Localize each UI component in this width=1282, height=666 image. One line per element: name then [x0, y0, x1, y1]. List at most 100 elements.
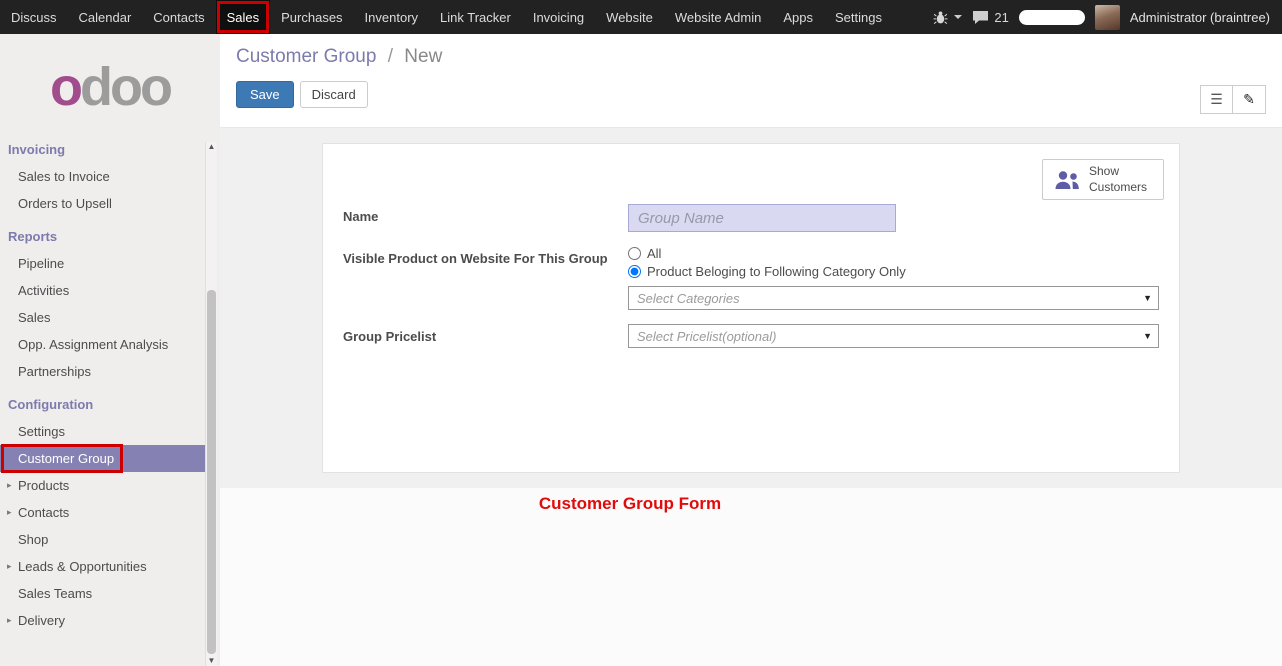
breadcrumb-separator: / [388, 46, 393, 67]
categories-select[interactable]: Select Categories ▼ [628, 286, 1159, 310]
show-customers-label: Show Customers [1089, 164, 1153, 195]
top-menu: Discuss Calendar Contacts Sales Purchase… [0, 0, 893, 34]
sidebar-item-products[interactable]: ▸ Products [0, 472, 206, 499]
sidebar-item-customer-group[interactable]: Customer Group [0, 445, 206, 472]
visible-product-label: Visible Product on Website For This Grou… [343, 246, 628, 310]
debug-icon[interactable] [933, 10, 948, 25]
customer-group-form-card: Show Customers Name Visible Product on W… [322, 143, 1180, 473]
sidebar-nav: Invoicing Sales to Invoice Orders to Ups… [0, 130, 206, 634]
sidebar-item-shop[interactable]: Shop [0, 526, 206, 553]
customers-icon [1053, 169, 1081, 191]
scroll-down-icon[interactable]: ▼ [206, 656, 217, 666]
topbar-item-discuss[interactable]: Discuss [0, 0, 68, 34]
topbar-item-purchases[interactable]: Purchases [270, 0, 353, 34]
main-area: Customer Group / New Save Discard ☰ ✎ [220, 34, 1282, 666]
control-panel: Customer Group / New Save Discard ☰ ✎ [220, 34, 1282, 128]
odoo-logo: odoo [0, 34, 220, 130]
caret-right-icon: ▸ [7, 561, 12, 572]
caret-right-icon: ▸ [7, 507, 12, 518]
topbar-item-sales[interactable]: Sales [216, 0, 271, 34]
top-navbar: Discuss Calendar Contacts Sales Purchase… [0, 0, 1282, 34]
sidebar-item-leads-opportunities-label: Leads & Opportunities [18, 559, 147, 574]
section-invoicing: Invoicing [0, 130, 206, 163]
save-button[interactable]: Save [236, 81, 294, 108]
sidebar-item-delivery-label: Delivery [18, 613, 65, 628]
user-menu[interactable]: Administrator (braintree) [1130, 10, 1270, 25]
pricelist-select-placeholder: Select Pricelist(optional) [637, 329, 776, 344]
view-switcher: ☰ ✎ [1200, 85, 1266, 114]
radio-all-input[interactable] [628, 247, 641, 260]
caret-right-icon: ▸ [7, 615, 12, 626]
topbar-item-settings[interactable]: Settings [824, 0, 893, 34]
radio-category-label: Product Beloging to Following Category O… [647, 264, 906, 279]
odoo-logo-rest: doo [80, 57, 170, 117]
radio-all-label: All [647, 246, 661, 261]
below-content-area: Customer Group Form [220, 488, 1282, 666]
sidebar-item-customer-group-label: Customer Group [18, 451, 114, 466]
sidebar-item-leads-opportunities[interactable]: ▸ Leads & Opportunities [0, 553, 206, 580]
topbar-right: 21 Administrator (braintree) [933, 0, 1282, 34]
section-reports: Reports [0, 217, 206, 250]
sidebar-item-settings[interactable]: Settings [0, 418, 206, 445]
visible-product-field: All Product Beloging to Following Catego… [628, 246, 1159, 310]
topbar-item-invoicing[interactable]: Invoicing [522, 0, 595, 34]
topbar-item-inventory[interactable]: Inventory [354, 0, 429, 34]
breadcrumb-customer-group[interactable]: Customer Group [236, 46, 376, 67]
list-icon: ☰ [1210, 91, 1223, 107]
control-buttons: Save Discard [236, 81, 1266, 108]
radio-option-all[interactable]: All [628, 246, 1159, 261]
annotation-caption: Customer Group Form [220, 488, 1040, 514]
message-count-badge: 21 [994, 10, 1008, 25]
sidebar-item-opp-assignment-analysis[interactable]: Opp. Assignment Analysis [0, 331, 206, 358]
breadcrumb-current: New [404, 46, 442, 67]
messages-icon[interactable] [972, 10, 989, 25]
topbar-item-sales-label: Sales [227, 10, 260, 25]
sidebar-scrollbar[interactable]: ▲ ▼ [205, 142, 217, 666]
sidebar-item-orders-to-upsell[interactable]: Orders to Upsell [0, 190, 206, 217]
sidebar-item-sales-teams[interactable]: Sales Teams [0, 580, 206, 607]
progress-pill-widget[interactable] [1019, 10, 1085, 25]
scrollbar-thumb[interactable] [207, 290, 216, 654]
sidebar: odoo Invoicing Sales to Invoice Orders t… [0, 34, 220, 666]
content-area: Show Customers Name Visible Product on W… [220, 128, 1282, 488]
name-field [628, 204, 1159, 232]
sidebar-item-sales-to-invoice[interactable]: Sales to Invoice [0, 163, 206, 190]
odoo-logo-first-letter: o [50, 57, 80, 117]
pricelist-field-label: Group Pricelist [343, 324, 628, 348]
sidebar-item-products-label: Products [18, 478, 69, 493]
categories-select-placeholder: Select Categories [637, 291, 740, 306]
form-view-button[interactable]: ✎ [1233, 85, 1266, 114]
radio-option-category[interactable]: Product Beloging to Following Category O… [628, 264, 1159, 279]
sidebar-item-delivery[interactable]: ▸ Delivery [0, 607, 206, 634]
topbar-item-link-tracker[interactable]: Link Tracker [429, 0, 522, 34]
section-configuration: Configuration [0, 385, 206, 418]
chevron-down-icon: ▼ [1143, 331, 1152, 341]
pricelist-select[interactable]: Select Pricelist(optional) ▼ [628, 324, 1159, 348]
sidebar-item-pipeline[interactable]: Pipeline [0, 250, 206, 277]
topbar-item-website[interactable]: Website [595, 0, 664, 34]
form-fields: Name Visible Product on Website For This… [343, 204, 1159, 348]
topbar-item-website-admin[interactable]: Website Admin [664, 0, 772, 34]
breadcrumb: Customer Group / New [236, 46, 1266, 68]
caret-right-icon: ▸ [7, 480, 12, 491]
group-name-input[interactable] [628, 204, 896, 232]
layout: odoo Invoicing Sales to Invoice Orders t… [0, 34, 1282, 666]
scroll-up-icon[interactable]: ▲ [206, 142, 217, 152]
topbar-item-apps[interactable]: Apps [772, 0, 824, 34]
radio-category-input[interactable] [628, 265, 641, 278]
discard-button[interactable]: Discard [300, 81, 368, 108]
page: Discuss Calendar Contacts Sales Purchase… [0, 0, 1282, 666]
sidebar-item-activities[interactable]: Activities [0, 277, 206, 304]
pricelist-field: Select Pricelist(optional) ▼ [628, 324, 1159, 348]
edit-icon: ✎ [1243, 91, 1255, 107]
caret-down-icon[interactable] [954, 15, 962, 19]
sidebar-item-contacts[interactable]: ▸ Contacts [0, 499, 206, 526]
user-avatar[interactable] [1095, 5, 1120, 30]
sidebar-item-partnerships[interactable]: Partnerships [0, 358, 206, 385]
topbar-item-calendar[interactable]: Calendar [68, 0, 143, 34]
list-view-button[interactable]: ☰ [1200, 85, 1233, 114]
name-field-label: Name [343, 204, 628, 232]
sidebar-item-sales[interactable]: Sales [0, 304, 206, 331]
show-customers-button[interactable]: Show Customers [1042, 159, 1164, 200]
topbar-item-contacts[interactable]: Contacts [142, 0, 215, 34]
